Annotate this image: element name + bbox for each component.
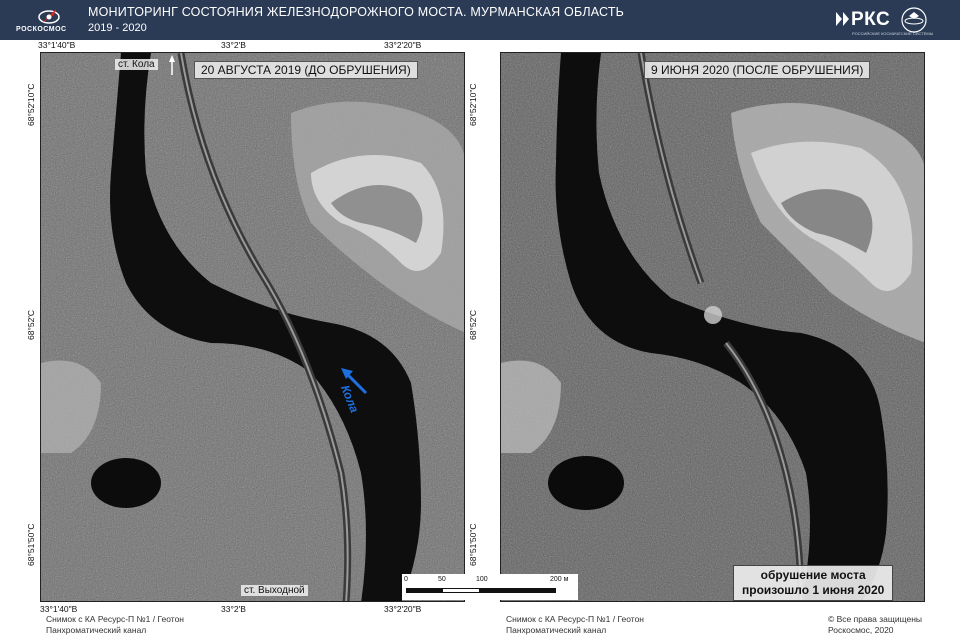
station-label-kola: ст. Кола [115, 59, 158, 70]
footer-left-line2: Панхроматический канал [46, 625, 147, 635]
satellite-image-after-graphic [501, 53, 924, 601]
coord-left-1: 68°52'10"С [26, 83, 36, 126]
scale-bar: 0 50 100 200 м [402, 574, 578, 600]
page-title: МОНИТОРИНГ СОСТОЯНИЯ ЖЕЛЕЗНОДОРОЖНОГО МО… [88, 5, 625, 19]
station-label-vykhodnoy: ст. Выходной [241, 585, 308, 596]
coord-left-3: 68°51'50"С [26, 523, 36, 566]
coord-bottom-3: 33°2'20"В [384, 604, 422, 614]
coord-right-3: 68°51'50"С [468, 523, 478, 566]
scale-tick-50: 50 [438, 576, 446, 583]
roscosmos-logo-text: РОСКОСМОС [16, 26, 67, 33]
footer-copyright: © Все права защищены Роскосмос, 2020 [828, 614, 922, 636]
scale-tick-0: 0 [404, 576, 408, 583]
satellite-image-before: 20 АВГУСТА 2019 (ДО ОБРУШЕНИЯ) ст. Кола … [40, 52, 465, 602]
emblem-icon [901, 7, 927, 33]
date-label-after: 9 ИЮНЯ 2020 (ПОСЛЕ ОБРУШЕНИЯ) [644, 61, 871, 79]
coord-top-2: 33°2'В [221, 40, 246, 50]
coord-top-3: 33°2'20"В [384, 40, 422, 50]
footer-left-line1: Снимок с КА Ресурс-П №1 / Геотон [46, 614, 184, 624]
coord-right-2: 68°52'С [468, 309, 478, 340]
collapse-note: обрушение моста произошло 1 июня 2020 [733, 565, 894, 601]
collapse-note-line2: произошло 1 июня 2020 [742, 583, 885, 597]
coord-left-2: 68°52'С [26, 309, 36, 340]
satellite-image-before-graphic [41, 53, 464, 601]
header-bar: РОСКОСМОС МОНИТОРИНГ СОСТОЯНИЯ ЖЕЛЕЗНОДО… [0, 0, 960, 40]
satellite-image-after: 9 ИЮНЯ 2020 (ПОСЛЕ ОБРУШЕНИЯ) обрушение … [500, 52, 925, 602]
coord-top-1: 33°1'40"В [38, 40, 76, 50]
rks-logo-icon [836, 12, 849, 26]
collapse-note-line1: обрушение моста [760, 568, 866, 582]
rks-logo: РКС [835, 9, 890, 31]
footer-mid-line2: Панхроматический канал [506, 625, 607, 635]
footer-source-right: Снимок с КА Ресурс-П №1 / Геотон Панхром… [506, 614, 644, 636]
page-years: 2019 - 2020 [88, 22, 147, 34]
footer-mid-line1: Снимок с КА Ресурс-П №1 / Геотон [506, 614, 644, 624]
scale-tick-200: 200 м [550, 576, 569, 583]
coord-right-1: 68°52'10"С [468, 83, 478, 126]
footer-source-left: Снимок с КА Ресурс-П №1 / Геотон Панхром… [46, 614, 184, 636]
footer-right-line2: Роскосмос, 2020 [828, 625, 894, 635]
coord-bottom-2: 33°2'В [221, 604, 246, 614]
coord-bottom-1: 33°1'40"В [40, 604, 78, 614]
footer-right-line1: © Все права защищены [828, 614, 922, 624]
scale-tick-100: 100 [476, 576, 488, 583]
date-label-before: 20 АВГУСТА 2019 (ДО ОБРУШЕНИЯ) [194, 61, 418, 79]
rks-logo-text: РКС [851, 9, 891, 30]
